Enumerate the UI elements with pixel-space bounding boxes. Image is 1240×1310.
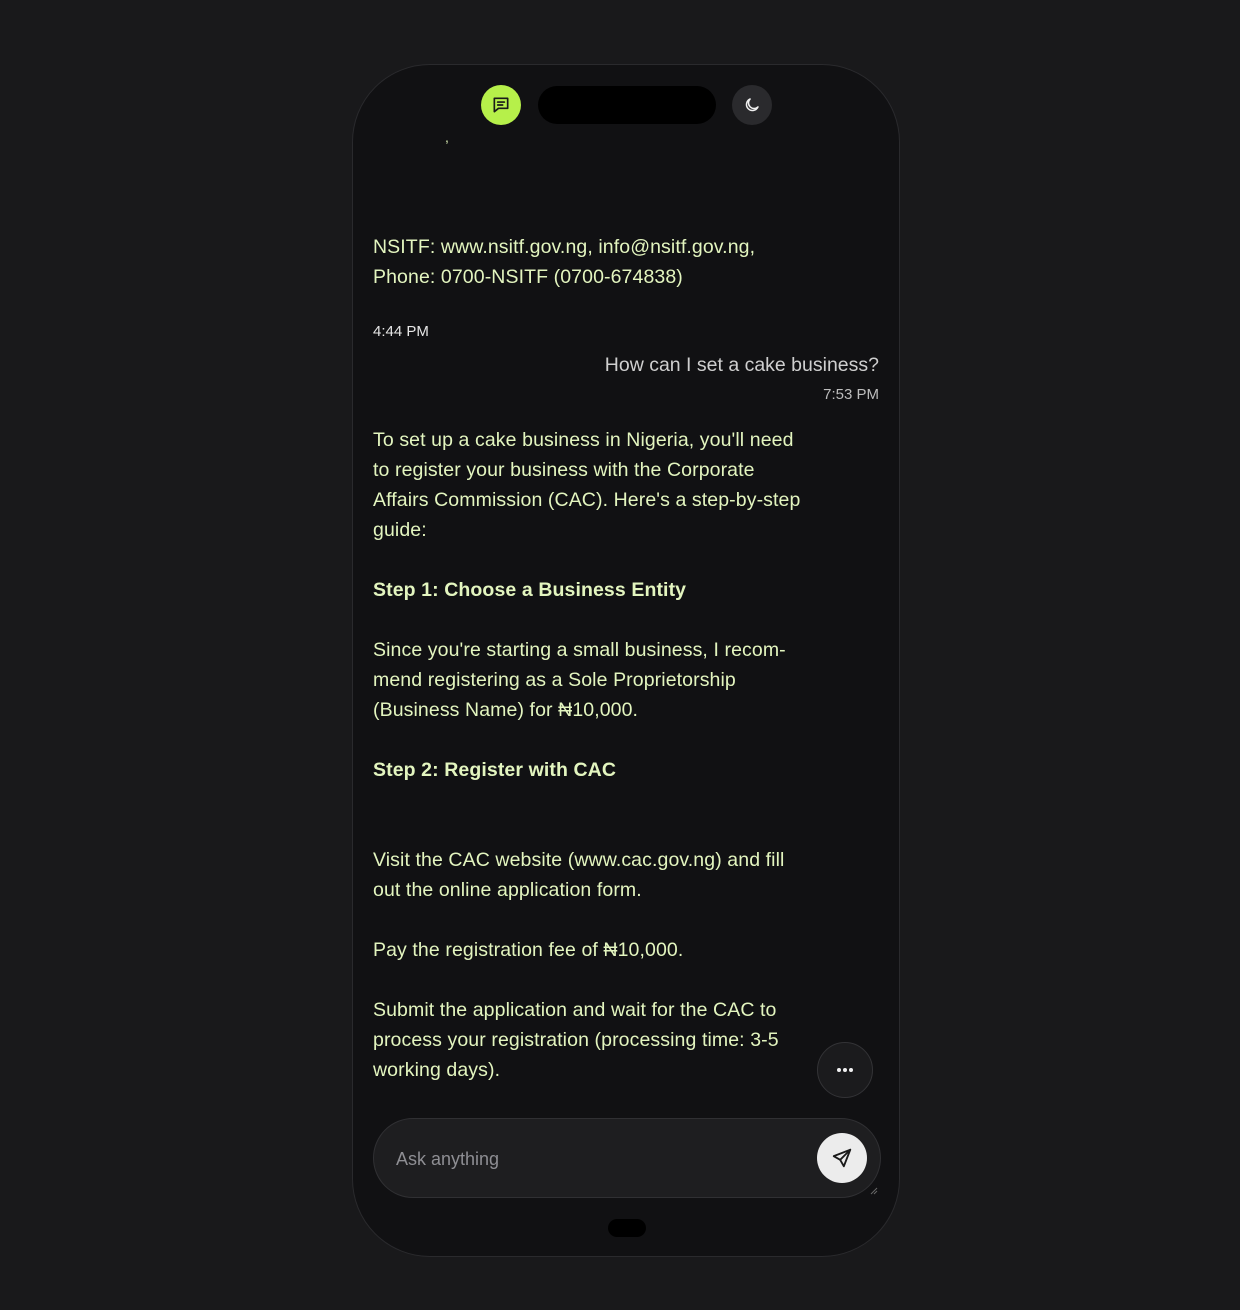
message-list[interactable]: , NSITF: www.nsitf.gov.ng, info@nsitf.go… bbox=[373, 125, 879, 1105]
send-button[interactable] bbox=[817, 1133, 867, 1183]
ellipsis-icon bbox=[837, 1068, 853, 1072]
resize-grip-icon[interactable] bbox=[870, 1187, 878, 1195]
message-input[interactable] bbox=[394, 1143, 798, 1175]
ai-message-timestamp: 4:44 PM bbox=[373, 323, 429, 340]
user-message-timestamp: 7:53 PM bbox=[823, 386, 879, 403]
step-1-body: Since you're starting a small business, … bbox=[373, 639, 786, 721]
chat-button[interactable] bbox=[481, 85, 521, 125]
top-bar bbox=[353, 85, 899, 127]
user-message: How can I set a cake business? bbox=[604, 354, 879, 376]
step-2-point-1: Visit the CAC website (www.cac.gov.ng) a… bbox=[373, 849, 785, 901]
step-1-title: Step 1: Choose a Business Entity bbox=[373, 579, 687, 601]
partial-message-text: , bbox=[445, 129, 449, 145]
message-composer bbox=[373, 1118, 881, 1198]
moon-icon bbox=[745, 98, 759, 112]
home-indicator[interactable] bbox=[608, 1219, 646, 1237]
send-icon bbox=[832, 1148, 852, 1168]
dynamic-island bbox=[538, 86, 716, 124]
step-2-point-2: Pay the registration fee of ₦10,000. bbox=[373, 939, 684, 961]
chat-bubble-icon bbox=[493, 97, 509, 113]
step-2-title: Step 2: Register with CAC bbox=[373, 759, 617, 781]
theme-toggle-button[interactable] bbox=[732, 85, 772, 125]
ai-intro-paragraph: To set up a cake business in Nigeria, yo… bbox=[373, 429, 801, 541]
ai-message-answer: To set up a cake business in Nigeria, yo… bbox=[373, 425, 813, 1115]
phone-frame: , NSITF: www.nsitf.gov.ng, info@nsitf.go… bbox=[352, 64, 900, 1257]
more-options-button[interactable] bbox=[817, 1042, 873, 1098]
step-2-point-3: Submit the application and wait for the … bbox=[373, 999, 779, 1081]
ai-message-contact: NSITF: www.nsitf.gov.ng, info@nsitf.gov.… bbox=[373, 236, 756, 288]
